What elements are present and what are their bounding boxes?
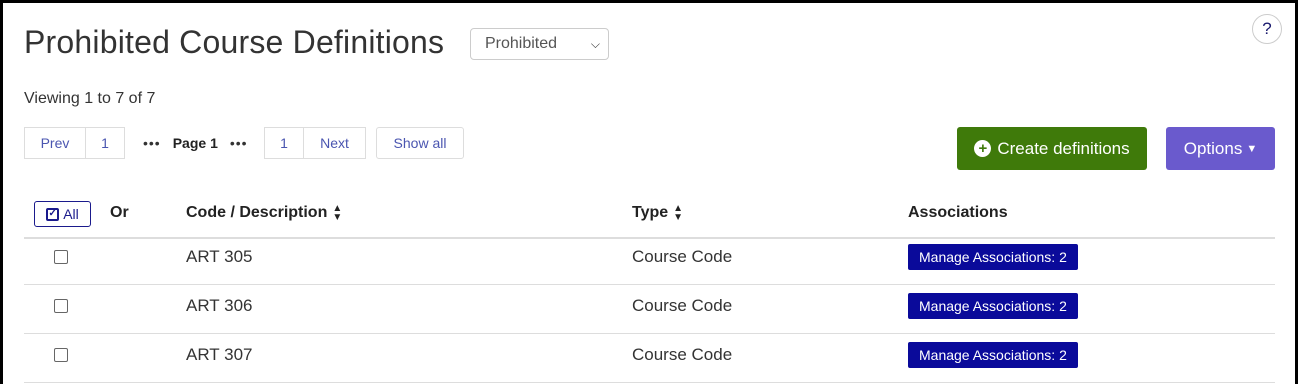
create-definitions-label: Create definitions — [997, 138, 1130, 158]
row-type: Course Code — [632, 296, 733, 315]
pagination-middle: ••• Page 1 ••• — [137, 127, 254, 159]
ellipsis-icon: ••• — [143, 135, 161, 151]
table-row: ART 305 Course Code Manage Associations:… — [24, 236, 1275, 285]
select-all-button[interactable]: ✓ All — [34, 201, 91, 227]
help-button[interactable]: ? — [1252, 14, 1282, 44]
table-row: ART 307 Course Code Manage Associations:… — [24, 334, 1275, 383]
show-all-button[interactable]: Show all — [376, 127, 464, 159]
current-page-label: Page 1 — [172, 135, 218, 151]
row-checkbox[interactable] — [54, 250, 68, 264]
help-icon: ? — [1262, 19, 1272, 38]
row-code: ART 306 — [186, 296, 253, 315]
chevron-down-icon: ⌵ — [590, 36, 600, 51]
manage-associations-button[interactable]: Manage Associations: 2 — [908, 293, 1078, 319]
manage-associations-button[interactable]: Manage Associations: 2 — [908, 342, 1078, 368]
code-header-label: Code / Description — [186, 204, 328, 221]
row-type: Course Code — [632, 247, 733, 266]
sort-icon: ▲ ▼ — [332, 203, 343, 223]
viewing-count: Viewing 1 to 7 of 7 — [24, 90, 156, 107]
page-1-link[interactable]: 1 — [86, 127, 125, 159]
next-button[interactable]: Next — [304, 127, 366, 159]
caret-down-icon: ▼ — [1246, 142, 1258, 155]
check-square-icon: ✓ — [46, 207, 60, 221]
pagination-end: 1 Next — [264, 127, 366, 159]
plus-circle-icon: + — [974, 140, 992, 157]
table-row: ART 306 Course Code Manage Associations:… — [24, 285, 1275, 334]
row-code: ART 307 — [186, 345, 253, 364]
row-type: Course Code — [632, 345, 733, 364]
row-checkbox[interactable] — [54, 299, 68, 313]
select-value: Prohibited — [485, 35, 558, 52]
options-button[interactable]: Options ▼ — [1166, 127, 1275, 170]
options-label: Options — [1183, 138, 1243, 158]
ellipsis-icon: ••• — [229, 135, 248, 151]
sort-icon: ▲ ▼ — [673, 203, 684, 223]
column-header-code[interactable]: Code / Description ▲ ▼ — [186, 203, 343, 223]
page-title: Prohibited Course Definitions — [24, 24, 445, 60]
associations-header-label: Associations — [908, 204, 1008, 221]
row-checkbox[interactable] — [54, 348, 68, 362]
column-header-or: Or — [110, 204, 129, 222]
pagination-start: Prev 1 — [24, 127, 125, 159]
column-header-associations: Associations — [908, 204, 1008, 222]
prev-button[interactable]: Prev — [24, 127, 86, 159]
or-header-label: Or — [110, 204, 129, 221]
create-definitions-button[interactable]: + Create definitions — [957, 127, 1147, 170]
column-header-type[interactable]: Type ▲ ▼ — [632, 203, 684, 223]
manage-associations-button[interactable]: Manage Associations: 2 — [908, 244, 1078, 270]
select-all-label: All — [63, 206, 79, 222]
last-page-link[interactable]: 1 — [264, 127, 304, 159]
type-header-label: Type — [632, 204, 669, 221]
definition-type-select[interactable]: Prohibited ⌵ — [470, 28, 609, 60]
row-code: ART 305 — [186, 247, 253, 266]
